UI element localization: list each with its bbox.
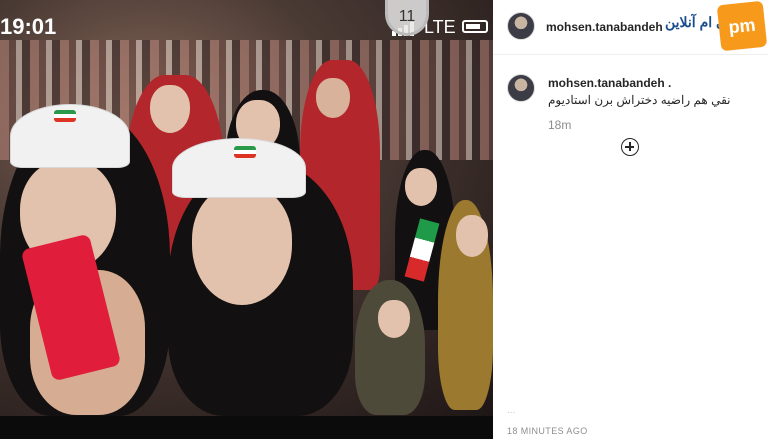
woman-face <box>456 215 488 257</box>
photo-bottom-bar <box>0 416 493 439</box>
post-side-panel: mohsen.tanabandeh پی ام آنلاین pm mohsen… <box>493 0 768 439</box>
network-label: LTE <box>424 17 456 37</box>
comment-username[interactable]: mohsen.tanabandeh . <box>548 76 671 90</box>
post-photo[interactable]: 19:01 LTE 11 <box>0 0 493 416</box>
woman-face <box>405 168 437 206</box>
likes-count[interactable]: ... <box>507 405 515 416</box>
comment-text: نقي هم راضيه دختراش برن استاديوم <box>548 93 731 107</box>
comment-time: 18m <box>548 118 572 132</box>
header-username[interactable]: mohsen.tanabandeh <box>546 20 663 34</box>
pm-logo: pm <box>716 0 768 52</box>
cap-logo <box>54 110 76 122</box>
comment-avatar[interactable] <box>507 74 535 102</box>
woman-main-face <box>192 185 292 305</box>
post-timestamp: 18 MINUTES AGO <box>507 426 588 436</box>
woman-face <box>316 78 350 118</box>
woman-face <box>378 300 410 338</box>
battery-icon <box>462 20 488 33</box>
load-more-comments-icon[interactable] <box>621 138 639 156</box>
status-time: 19:01 <box>0 14 57 39</box>
cap-logo <box>234 146 256 158</box>
user-avatar[interactable] <box>507 12 535 40</box>
post-header: mohsen.tanabandeh پی ام آنلاین pm <box>493 0 768 55</box>
woman-face <box>150 85 190 133</box>
